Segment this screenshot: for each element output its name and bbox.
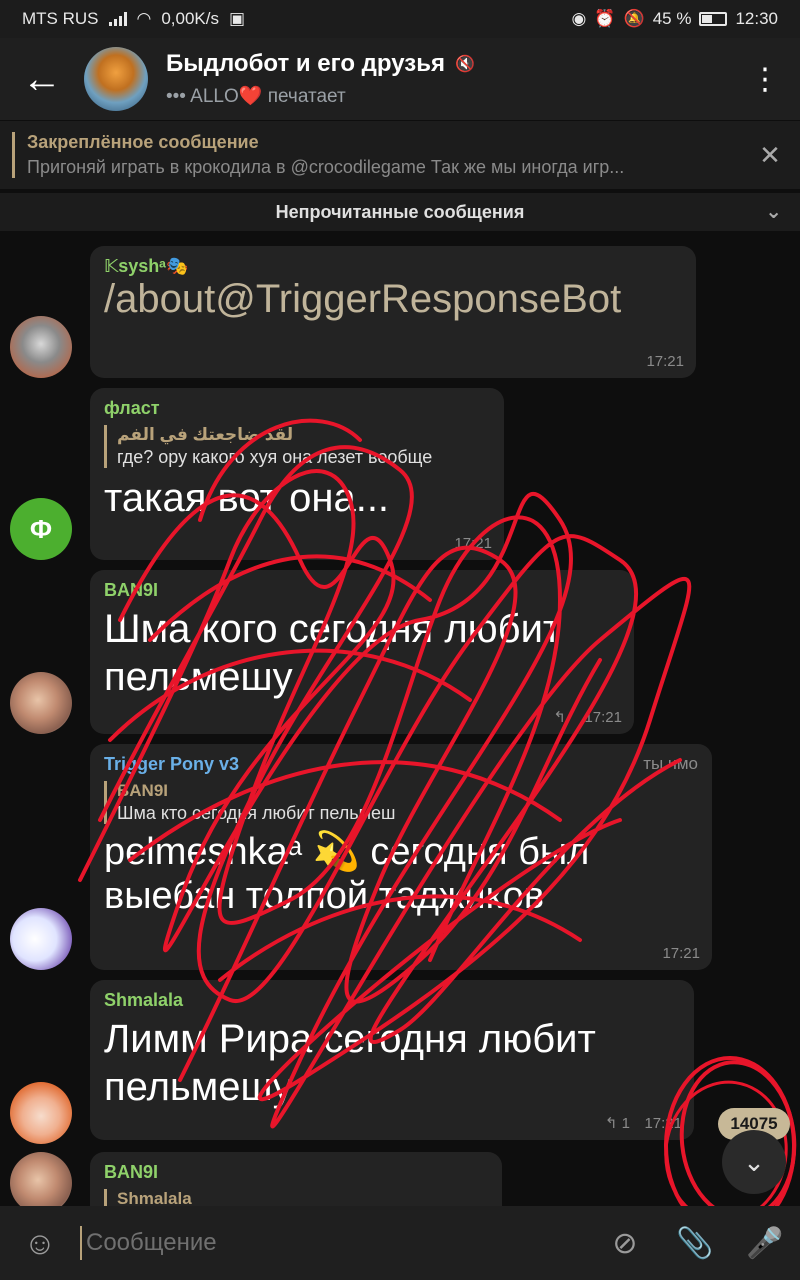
bot-commands-icon[interactable]: ⊘ (590, 1226, 660, 1261)
chat-title-block[interactable]: Быдлобот и его друзья 🔇 ••• ALLO❤️ печат… (166, 50, 730, 108)
message-input-bar: ☺ ⊘ 📎 🎤 (0, 1206, 800, 1280)
reply-author: BAN9I (117, 781, 169, 800)
message-text: Шма кого сегодня любит пельмешу (104, 607, 562, 699)
message-bubble[interactable]: BAN9I Шма кого сегодня любит пельмешу 17… (90, 570, 634, 734)
chat-avatar[interactable] (84, 47, 148, 111)
unread-divider: Непрочитанные сообщения ⌄ (0, 193, 800, 231)
alarm-icon: ⏰ (594, 9, 616, 28)
message-bubble[interactable]: 𝕂syshᵃ🎭 /about@TriggerResponseBot 17:21 (90, 246, 696, 378)
message-text: Лимм Рира сегодня любит пельмешу (104, 1017, 596, 1109)
member-title: ты чмо (643, 754, 698, 773)
message-bubble[interactable]: BAN9I Shmalala (90, 1152, 502, 1206)
status-bar: MTS RUS ◠ 0,00K/s ▣ ◉ ⏰ 🔕 45 % 12:30 (0, 0, 800, 38)
message-time: 17:21 (644, 1115, 682, 1132)
chat-header: ← Быдлобот и его друзья 🔇 ••• ALLO❤️ печ… (0, 38, 800, 120)
battery-icon (699, 12, 728, 26)
battery-percent: 45 % (652, 9, 692, 28)
sender-name[interactable]: BAN9I (104, 1162, 488, 1183)
reply-text: где? ору какого хуя она лезет вообще (117, 447, 433, 467)
pinned-title: Закреплённое сообщение (27, 132, 259, 152)
chevron-down-icon[interactable]: ⌄ (765, 199, 782, 224)
reply-arrow-icon[interactable]: ↰ (553, 708, 566, 726)
microphone-icon[interactable]: 🎤 (730, 1226, 800, 1261)
clock: 12:30 (735, 9, 778, 28)
reply-text: Шма кто сегодня любит пельмеш (117, 803, 396, 823)
avatar[interactable] (10, 1152, 72, 1214)
message-time: 17:21 (454, 535, 492, 552)
wifi-icon: ◠ (136, 9, 152, 28)
carrier-label: MTS RUS (22, 9, 99, 28)
eye-icon: ◉ (571, 9, 587, 28)
bell-off-icon: 🔕 (623, 9, 645, 28)
more-menu-icon[interactable]: ⋮ (730, 62, 800, 97)
network-speed: 0,00K/s (161, 9, 219, 28)
typing-status: ••• ALLO❤️ печатает (166, 86, 346, 107)
reply-author: لقد ضاجعتك في الفم (117, 425, 294, 444)
sender-name[interactable]: 𝕂syshᵃ🎭 (104, 256, 682, 277)
reply-count[interactable]: ↰ 1 (605, 1114, 630, 1132)
message-time: 17:21 (646, 353, 684, 370)
message-bubble[interactable]: Shmalala Лимм Рира сегодня любит пельмеш… (90, 980, 694, 1140)
unread-label: Непрочитанные сообщения (275, 201, 525, 222)
scroll-down-button[interactable]: ⌄ (722, 1130, 786, 1194)
app-notification-icon: ▣ (229, 9, 246, 28)
avatar[interactable]: Ф (10, 498, 72, 560)
close-icon[interactable]: ✕ (740, 140, 800, 171)
message-input[interactable] (80, 1226, 590, 1260)
back-arrow-icon[interactable]: ← (0, 38, 84, 120)
chevron-down-icon: ⌄ (743, 1146, 765, 1177)
reply-quote[interactable]: BAN9I Шма кто сегодня любит пельмеш (104, 781, 698, 824)
avatar[interactable] (10, 316, 72, 378)
muted-icon: 🔇 (454, 56, 475, 73)
sender-name[interactable]: Shmalala (104, 990, 680, 1011)
message-text: такая вот она... (104, 476, 390, 520)
reply-author: Shmalala (117, 1189, 192, 1206)
reply-quote[interactable]: لقد ضاجعتك في الفم где? ору какого хуя о… (104, 425, 490, 468)
sender-name[interactable]: фласт (104, 398, 490, 419)
message-time: 17:21 (662, 945, 700, 962)
pinned-text: Пригоняй играть в крокодила в @crocodile… (27, 157, 625, 177)
chat-title: Быдлобот и его друзья (166, 50, 445, 77)
sender-name[interactable]: Trigger Pony v3 (104, 754, 239, 775)
pinned-message-bar[interactable]: Закреплённое сообщение Пригоняй играть в… (0, 121, 800, 189)
message-text: pelmesnkaᵃ 💫 сегодня был выебан толпой т… (104, 831, 590, 917)
sender-name[interactable]: BAN9I (104, 580, 620, 601)
avatar[interactable] (10, 908, 72, 970)
sticker-icon[interactable]: ☺ (0, 1225, 80, 1262)
attach-icon[interactable]: 📎 (660, 1226, 730, 1261)
avatar[interactable] (10, 672, 72, 734)
message-bubble[interactable]: фласт لقد ضاجعتك في الفم где? ору какого… (90, 388, 504, 560)
chat-title-row: Быдлобот и его друзья 🔇 (166, 50, 730, 78)
bot-command-link[interactable]: /about@TriggerResponseBot (104, 277, 682, 322)
message-time: 17:21 (584, 709, 622, 726)
message-bubble[interactable]: Trigger Pony v3 ты чмо BAN9I Шма кто сег… (90, 744, 712, 970)
avatar[interactable] (10, 1082, 72, 1144)
reply-quote[interactable]: Shmalala (104, 1189, 488, 1206)
pinned-accent-line (12, 132, 15, 178)
signal-icon (108, 12, 127, 26)
